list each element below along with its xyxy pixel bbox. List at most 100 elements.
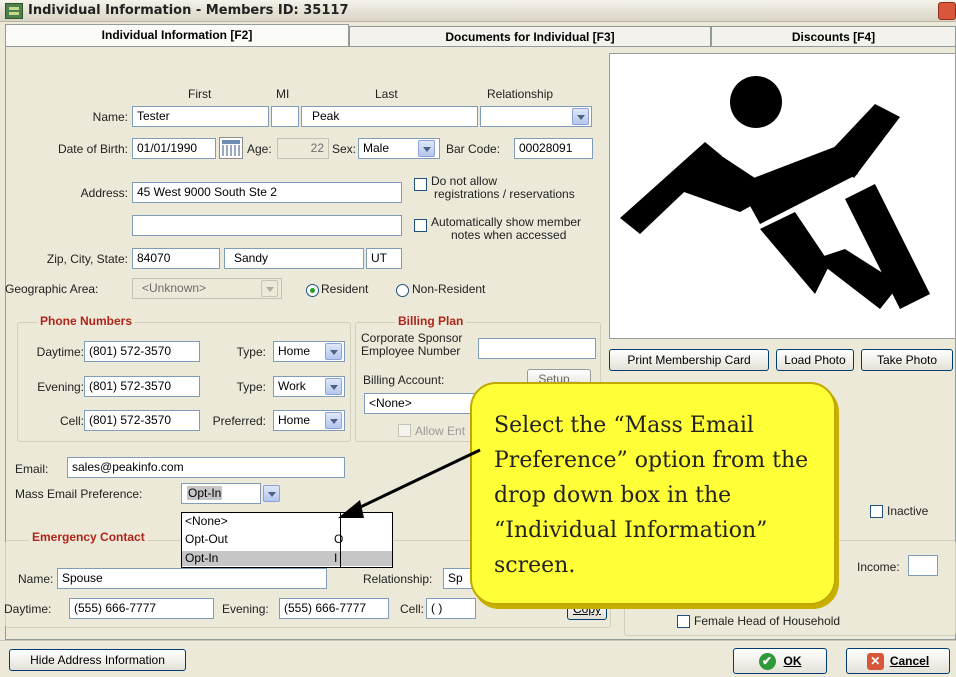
auto-show-notes-label: Automatically show member notes when acce… <box>431 215 582 242</box>
mi-input[interactable] <box>271 106 299 127</box>
last-name-input[interactable]: Peak <box>301 106 478 127</box>
address-line2-input[interactable] <box>132 215 402 236</box>
emergency-name-input[interactable]: Spouse <box>57 568 327 589</box>
resident-label: Resident <box>321 282 369 296</box>
instruction-callout-text: Select the “Mass Email Preference” optio… <box>494 413 809 578</box>
option-code: I <box>334 551 338 565</box>
cancel-label: Cancel <box>889 654 930 668</box>
inactive-label: Inactive <box>887 504 929 518</box>
col-first-label: First <box>188 87 212 101</box>
daytime-type-label: Type: <box>236 345 266 359</box>
hide-address-button[interactable]: Hide Address Information <box>9 649 186 671</box>
emergency-relationship-label: Relationship: <box>363 572 433 586</box>
relationship-dropdown-button[interactable] <box>572 108 589 125</box>
mass-email-preference-select[interactable]: Opt-In <box>181 483 261 504</box>
billing-account-label: Billing Account: <box>363 373 445 387</box>
cell-phone-label: Cell: <box>59 414 84 428</box>
phone-numbers-title: Phone Numbers <box>37 314 136 328</box>
ok-label: OK <box>783 654 802 668</box>
preferred-label: Preferred: <box>212 414 266 428</box>
option-label: Opt-In <box>185 551 219 565</box>
emergency-daytime-input[interactable]: (555) 666-7777 <box>69 598 214 619</box>
daytime-phone-input[interactable]: (801) 572-3570 <box>84 341 200 362</box>
inactive-checkbox[interactable] <box>870 505 883 518</box>
option-opt-in[interactable]: Opt-In I <box>182 551 392 566</box>
member-photo <box>609 53 956 339</box>
age-label: Age: <box>247 142 272 156</box>
state-input[interactable]: UT <box>366 248 402 269</box>
dob-input[interactable]: 01/01/1990 <box>132 138 216 159</box>
evening-phone-input[interactable]: (801) 572-3570 <box>84 376 200 397</box>
option-label: Opt-Out <box>185 532 228 546</box>
non-resident-radio[interactable] <box>396 284 409 297</box>
ok-button[interactable]: ✔ OK <box>733 648 827 674</box>
print-membership-card-button[interactable]: Print Membership Card <box>609 349 769 371</box>
auto-show-notes-checkbox[interactable] <box>414 219 427 232</box>
employee-number-input[interactable] <box>478 338 596 359</box>
window-title: Individual Information - Members ID: 351… <box>28 3 349 18</box>
mass-email-preference-value: Opt-In <box>187 486 223 500</box>
email-label: Email: <box>15 462 49 476</box>
first-name-input[interactable]: Tester <box>132 106 269 127</box>
cancel-button[interactable]: ✕ Cancel <box>846 648 950 674</box>
check-icon: ✔ <box>758 653 776 671</box>
no-registrations-label: Do not allow registrations / reservations <box>431 174 575 201</box>
mass-email-preference-label: Mass Email Preference: <box>15 487 143 501</box>
emergency-evening-input[interactable]: (555) 666-7777 <box>279 598 389 619</box>
email-input[interactable]: sales@peakinfo.com <box>67 457 345 478</box>
evening-type-dropdown-button[interactable] <box>325 378 342 395</box>
resident-radio[interactable] <box>306 284 319 297</box>
tab-discounts[interactable]: Discounts [F4] <box>711 26 956 48</box>
col-relationship-label: Relationship <box>487 87 554 101</box>
option-code: O <box>334 532 344 546</box>
zip-city-state-label: Zip, City, State: <box>46 252 128 266</box>
tab-documents[interactable]: Documents for Individual [F3] <box>349 26 711 48</box>
barcode-input[interactable]: 00028091 <box>514 138 593 159</box>
mass-email-preference-dropdown-button[interactable] <box>263 485 280 502</box>
take-photo-button[interactable]: Take Photo <box>861 349 953 371</box>
preferred-dropdown-button[interactable] <box>325 412 342 429</box>
address-label: Address: <box>80 186 128 200</box>
col-last-label: Last <box>375 87 398 101</box>
geographic-area-label: Geographic Area: <box>5 282 99 296</box>
callout-arrow <box>338 448 481 518</box>
allow-ent-label: Allow Ent <box>415 424 466 438</box>
barcode-label: Bar Code: <box>446 142 501 156</box>
sex-label: Sex: <box>332 142 357 156</box>
app-icon <box>5 3 23 19</box>
name-label: Name: <box>92 110 128 124</box>
tab-individual-information[interactable]: Individual Information [F2] <box>5 24 349 48</box>
evening-phone-label: Evening: <box>37 380 84 394</box>
female-head-checkbox[interactable] <box>677 615 690 628</box>
city-input[interactable]: Sandy <box>224 248 364 269</box>
allow-ent-checkbox[interactable] <box>398 424 411 437</box>
sex-dropdown-button[interactable] <box>418 140 435 157</box>
non-resident-label: Non-Resident <box>412 282 486 296</box>
emergency-cell-label: Cell: <box>400 602 425 616</box>
emergency-daytime-label: Daytime: <box>4 602 52 616</box>
close-button[interactable] <box>938 2 956 20</box>
dob-label: Date of Birth: <box>57 142 128 156</box>
corporate-sponsor-label: Corporate Sponsor Employee Number <box>361 331 463 358</box>
age-field: 22 <box>277 138 329 159</box>
billing-account-select[interactable]: <None> <box>364 393 484 414</box>
emergency-name-label: Name: <box>18 572 54 586</box>
load-photo-button[interactable]: Load Photo <box>776 349 854 371</box>
billing-plan-title: Billing Plan <box>395 314 467 328</box>
option-opt-out[interactable]: Opt-Out O <box>182 532 392 547</box>
stick-figure-icon <box>620 76 930 309</box>
calendar-icon[interactable] <box>219 137 243 159</box>
geographic-area-select[interactable]: <Unknown> <box>132 278 282 299</box>
address-line1-input[interactable]: 45 West 9000 South Ste 2 <box>132 182 402 203</box>
zip-input[interactable]: 84070 <box>132 248 220 269</box>
income-input[interactable] <box>908 555 938 576</box>
cell-phone-input[interactable]: (801) 572-3570 <box>84 410 200 431</box>
daytime-type-dropdown-button[interactable] <box>325 343 342 360</box>
no-registrations-checkbox[interactable] <box>414 178 427 191</box>
col-mi-label: MI <box>276 87 290 101</box>
emergency-evening-label: Evening: <box>222 602 269 616</box>
income-label: Income: <box>857 560 900 574</box>
emergency-cell-input[interactable]: ( ) <box>426 598 476 619</box>
geographic-area-dropdown-button[interactable] <box>261 280 278 297</box>
option-label: <None> <box>185 514 228 528</box>
